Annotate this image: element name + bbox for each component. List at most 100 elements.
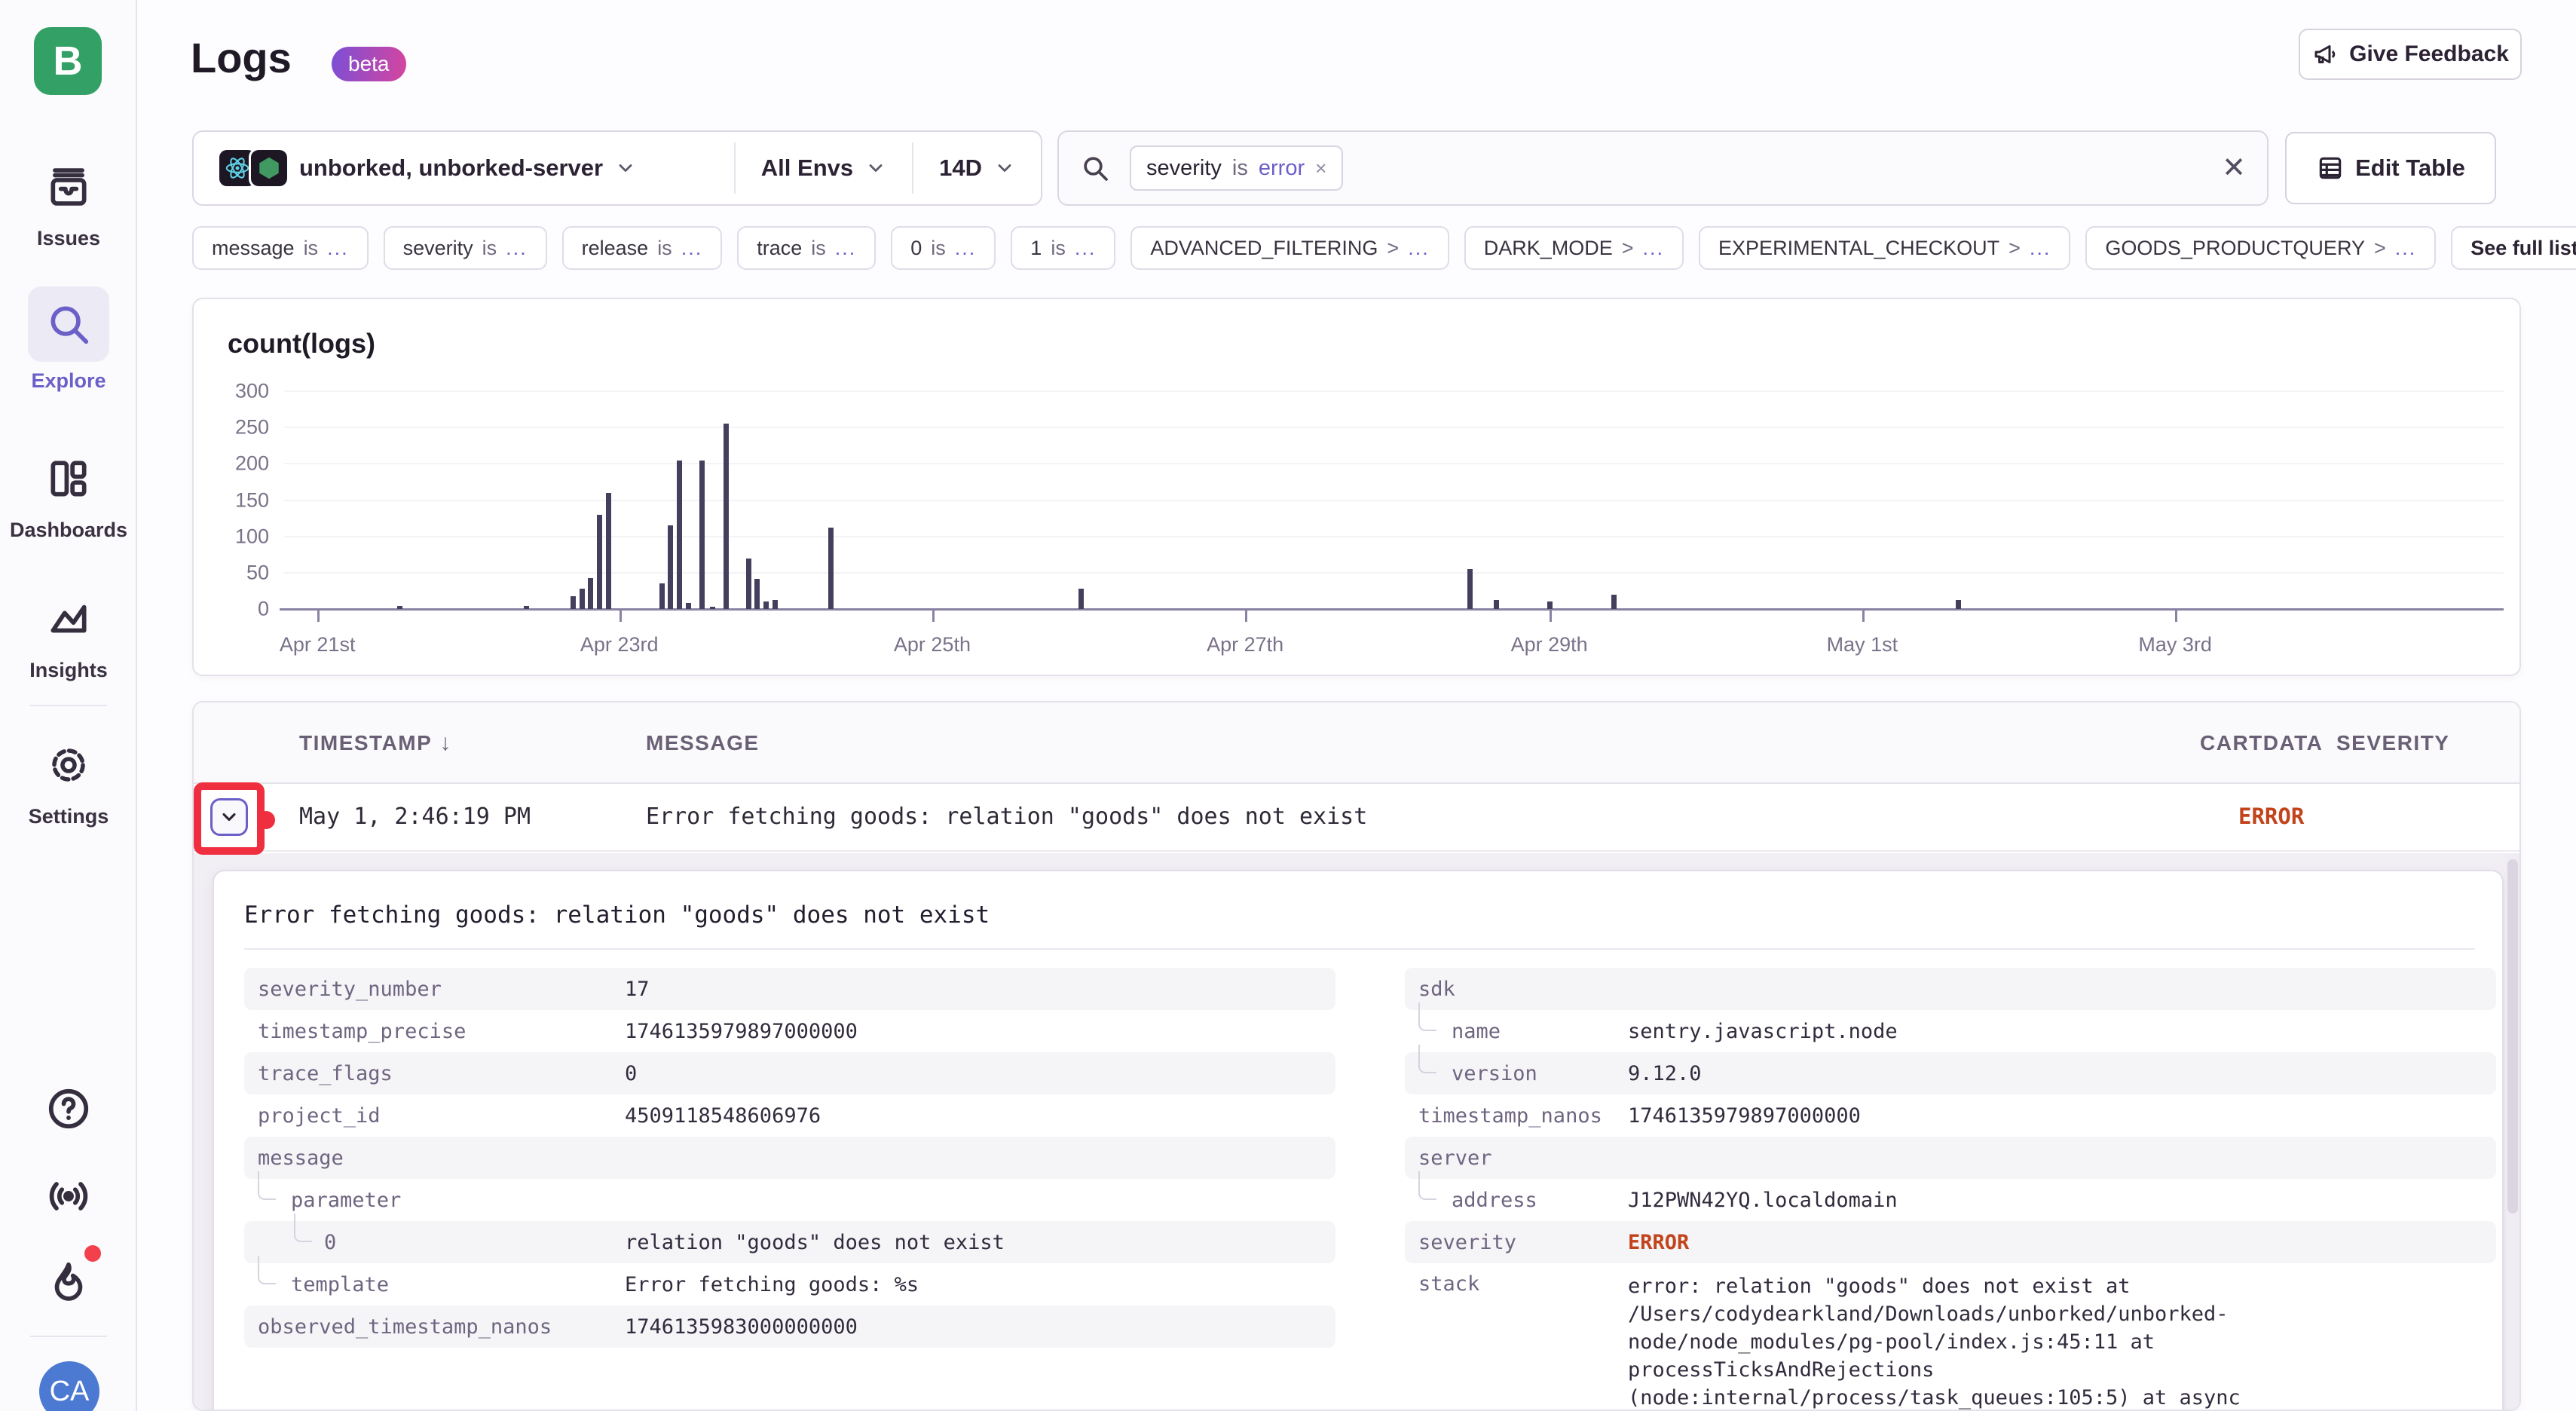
project-selector[interactable]: unborked, unborked-server — [194, 132, 734, 204]
x-axis-tick — [932, 610, 935, 622]
help-button[interactable] — [39, 1079, 98, 1138]
whats-new-button[interactable] — [39, 1253, 98, 1312]
see-full-list-chip[interactable]: See full list — [2451, 226, 2576, 270]
attribute-chip-goods_productquery[interactable]: GOODS_PRODUCTQUERY>... — [2085, 226, 2436, 270]
user-avatar[interactable]: CA — [39, 1361, 99, 1411]
column-label: SEVERITY — [2336, 731, 2449, 755]
attribute-chip-0[interactable]: 0is... — [891, 226, 996, 270]
detail-row-address: addressJ12PWN42YQ.localdomain — [1405, 1179, 2496, 1221]
chip-ellipsis: ... — [506, 237, 528, 260]
column-header-cartdata[interactable]: CARTDATA — [2200, 702, 2323, 784]
detail-row-template: templateError fetching goods: %s — [244, 1263, 1335, 1305]
give-feedback-button[interactable]: Give Feedback — [2299, 29, 2522, 80]
chip-remove-icon[interactable]: × — [1315, 157, 1326, 180]
attribute-chip-advanced_filtering[interactable]: ADVANCED_FILTERING>... — [1130, 226, 1449, 270]
detail-key: name — [1405, 1020, 1628, 1043]
detail-key: trace_flags — [244, 1062, 625, 1085]
attribute-chip-experimental_checkout[interactable]: EXPERIMENTAL_CHECKOUT>... — [1699, 226, 2070, 270]
detail-row-stack: stackerror: relation "goods" does not ex… — [1405, 1263, 2496, 1411]
logs-chart-card: count(logs) 050100150200250300Apr 21stAp… — [192, 298, 2521, 676]
date-range-selector[interactable]: 14D — [913, 132, 1041, 204]
detail-key: address — [1405, 1189, 1628, 1212]
org-logo[interactable]: B — [34, 27, 102, 95]
log-severity: ERROR — [2238, 803, 2304, 829]
sort-desc-icon: ↓ — [439, 730, 452, 756]
detail-scrollbar-thumb[interactable] — [2507, 859, 2518, 1214]
sidebar-item-explore[interactable]: Explore — [0, 286, 137, 393]
sidebar-divider — [30, 705, 107, 706]
x-axis-line — [280, 608, 2504, 611]
attribute-chip-1[interactable]: 1is... — [1011, 226, 1115, 270]
chip-ellipsis: ... — [327, 237, 349, 260]
sidebar-item-label: Settings — [29, 805, 109, 828]
detail-key: timestamp_precise — [244, 1020, 625, 1043]
chart-bar — [580, 589, 585, 609]
attribute-chip-severity[interactable]: severityis... — [384, 226, 547, 270]
detail-row-sdk: sdk — [1405, 968, 2496, 1010]
attribute-chip-release[interactable]: releaseis... — [562, 226, 723, 270]
y-axis-label: 100 — [201, 525, 269, 548]
detail-key: observed_timestamp_nanos — [244, 1315, 625, 1339]
node-icon — [251, 150, 287, 186]
broadcast-button[interactable] — [39, 1167, 98, 1226]
chart-bar — [1547, 601, 1553, 609]
detail-row-timestamp_nanos: timestamp_nanos1746135979897000000 — [1405, 1094, 2496, 1137]
column-header-timestamp[interactable]: TIMESTAMP ↓ — [299, 702, 452, 784]
chip-operator: > — [2008, 237, 2021, 260]
chart-bar — [754, 579, 760, 609]
broadcast-icon — [45, 1173, 92, 1220]
sidebar-item-settings[interactable]: Settings — [0, 733, 137, 828]
detail-right-column: sdknamesentry.javascript.nodeversion9.12… — [1405, 968, 2496, 1411]
gridline — [284, 572, 2504, 574]
chip-operator: is — [931, 237, 946, 260]
search-input[interactable]: severity is error × ✕ — [1057, 130, 2269, 206]
expanded-row-area: Error fetching goods: relation "goods" d… — [194, 853, 2519, 1411]
settings-icon — [28, 733, 109, 797]
detail-row-version: version9.12.0 — [1405, 1052, 2496, 1094]
chip-ellipsis: ... — [835, 237, 857, 260]
issues-icon — [28, 155, 109, 219]
chip-value: error — [1259, 156, 1305, 181]
detail-row-severity_number: severity_number17 — [244, 968, 1335, 1010]
edit-table-button[interactable]: Edit Table — [2285, 132, 2496, 204]
sidebar-item-issues[interactable]: Issues — [0, 155, 137, 250]
column-header-severity[interactable]: SEVERITY — [2336, 702, 2449, 784]
detail-key: sdk — [1405, 978, 1628, 1001]
detail-key: 0 — [244, 1231, 625, 1254]
search-clear-icon[interactable]: ✕ — [2222, 154, 2246, 182]
chart-bar — [1467, 569, 1473, 609]
x-axis-tick — [1862, 610, 1865, 622]
x-axis-label: May 3rd — [2138, 633, 2212, 657]
expand-row-button[interactable] — [210, 798, 248, 836]
sidebar-item-dashboards[interactable]: Dashboards — [0, 446, 137, 542]
chip-operator: is — [811, 237, 826, 260]
environment-selector-label: All Envs — [761, 155, 853, 182]
attribute-chip-message[interactable]: messageis... — [192, 226, 369, 270]
log-message: Error fetching goods: relation "goods" d… — [646, 803, 1367, 830]
x-axis-tick — [317, 610, 320, 622]
gridline — [284, 500, 2504, 501]
chart-bar — [659, 583, 665, 609]
column-label: TIMESTAMP — [299, 731, 432, 755]
attribute-chip-trace[interactable]: traceis... — [737, 226, 876, 270]
sidebar-item-label: Insights — [29, 659, 108, 682]
environment-selector[interactable]: All Envs — [736, 132, 912, 204]
search-filter-chip[interactable]: severity is error × — [1130, 145, 1343, 191]
chart-bar — [397, 606, 402, 609]
give-feedback-label: Give Feedback — [2349, 41, 2509, 67]
detail-value: 17 — [625, 978, 650, 1001]
chart-bar — [1494, 600, 1499, 609]
sidebar-item-insights[interactable]: Insights — [0, 586, 137, 682]
log-detail-card: Error fetching goods: relation "goods" d… — [213, 870, 2504, 1411]
log-row[interactable]: May 1, 2:46:19 PM Error fetching goods: … — [194, 785, 2519, 852]
date-range-label: 14D — [939, 155, 982, 182]
logs-table-card: TIMESTAMP ↓ MESSAGE CARTDATA SEVERITY May 1,… — [192, 701, 2521, 1411]
sidebar-item-label: Issues — [37, 227, 100, 250]
column-header-message[interactable]: MESSAGE — [646, 702, 760, 784]
detail-left-column: severity_number17timestamp_precise174613… — [244, 968, 1335, 1348]
gridline — [284, 463, 2504, 464]
gridline — [284, 427, 2504, 428]
chart-bar — [772, 600, 778, 609]
chart-bar — [746, 559, 751, 609]
attribute-chip-dark_mode[interactable]: DARK_MODE>... — [1464, 226, 1684, 270]
